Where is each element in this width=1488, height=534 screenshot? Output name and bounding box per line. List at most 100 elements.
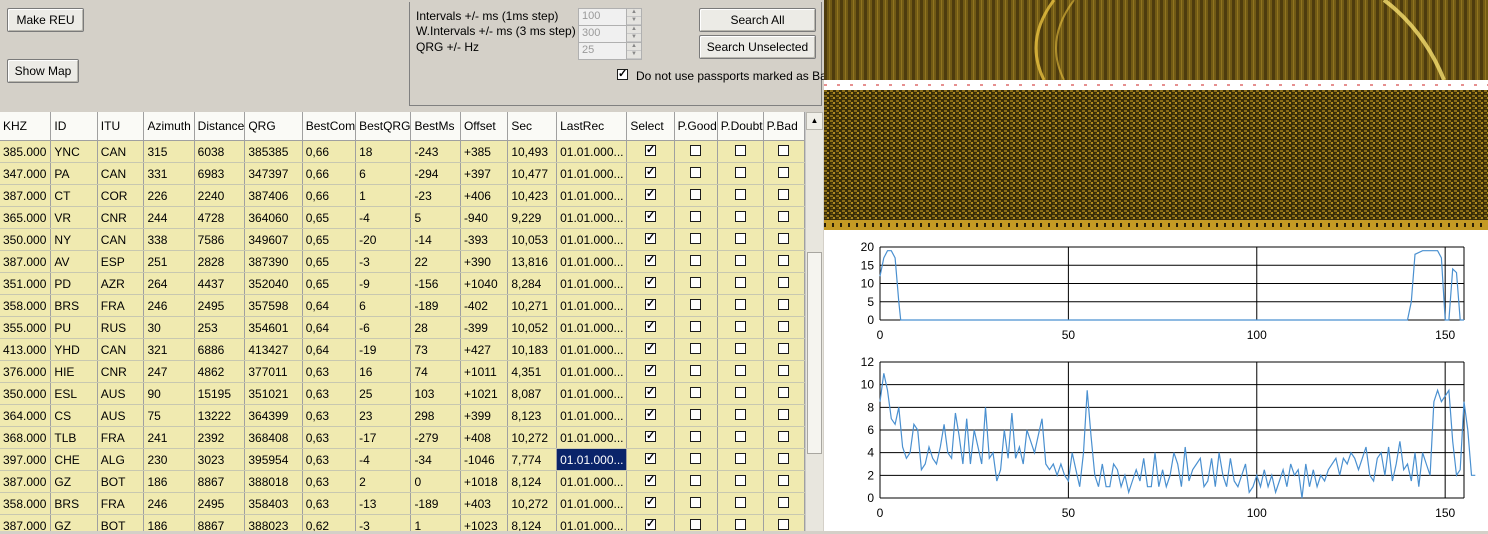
cell-off[interactable]: -940 (460, 206, 509, 229)
intervals-spinner[interactable]: ▲ ▼ (626, 9, 641, 25)
select-checkbox[interactable] (644, 451, 656, 464)
p-good-checkbox[interactable] (690, 210, 702, 222)
p-doubt-checkbox[interactable] (734, 166, 746, 178)
column-header-bestqrg[interactable]: BestQRG (355, 112, 412, 141)
select-checkbox[interactable] (644, 209, 656, 222)
column-header-lastrec[interactable]: LastRec (556, 112, 628, 141)
w-intervals-spinner[interactable]: ▲ ▼ (626, 26, 641, 42)
cell-checkbox[interactable] (763, 184, 805, 207)
cell-checkbox[interactable] (717, 360, 764, 383)
cell-bc[interactable]: 0,66 (302, 162, 357, 185)
cell-khz[interactable]: 376.000 (0, 360, 52, 383)
cell-bm[interactable]: 28 (410, 316, 461, 339)
cell-itu[interactable]: BOT (97, 514, 145, 531)
cell-checkbox[interactable] (717, 492, 764, 515)
cell-dist[interactable]: 253 (194, 316, 246, 339)
cell-bq[interactable]: -3 (355, 250, 412, 273)
p-good-checkbox[interactable] (690, 320, 702, 332)
table-row[interactable]: 355.000 PU RUS 30 253 354601 0,64 -6 28 -399 10,05… (0, 316, 805, 339)
cell-sec[interactable]: 10,493 (507, 140, 558, 163)
column-header-offset[interactable]: Offset (460, 112, 509, 141)
cell-checkbox[interactable] (717, 426, 764, 449)
p-bad-checkbox[interactable] (778, 232, 790, 244)
cell-dist[interactable]: 4437 (194, 272, 246, 295)
cell-bm[interactable]: -23 (410, 184, 461, 207)
w-intervals-input[interactable]: 300 ▲ ▼ (578, 25, 642, 43)
cell-qrg[interactable]: 354601 (244, 316, 303, 339)
column-header-qrg[interactable]: QRG (244, 112, 303, 141)
qrg-input[interactable]: 25 ▲ ▼ (578, 42, 642, 60)
cell-dist[interactable]: 8867 (194, 470, 246, 493)
table-row[interactable]: 364.000 CS AUS 75 13222 364399 0,63 23 298 +399 8,… (0, 404, 805, 427)
cell-qrg[interactable]: 351021 (244, 382, 303, 405)
cell-off[interactable]: +403 (460, 492, 509, 515)
cell-itu[interactable]: BOT (97, 470, 145, 493)
cell-bq[interactable]: -3 (355, 514, 412, 531)
cell-id[interactable]: YNC (50, 140, 98, 163)
cell-sec[interactable]: 13,816 (507, 250, 558, 273)
cell-khz[interactable]: 387.000 (0, 470, 52, 493)
cell-id[interactable]: AV (50, 250, 98, 273)
p-doubt-checkbox[interactable] (734, 408, 746, 420)
cell-checkbox[interactable] (717, 404, 764, 427)
cell-bq[interactable]: 23 (355, 404, 412, 427)
cell-az[interactable]: 251 (143, 250, 195, 273)
cell-checkbox[interactable] (763, 470, 805, 493)
p-good-checkbox[interactable] (690, 474, 702, 486)
cell-khz[interactable]: 358.000 (0, 294, 52, 317)
cell-off[interactable]: +397 (460, 162, 509, 185)
cell-sec[interactable]: 8,124 (507, 514, 558, 531)
cell-sec[interactable]: 10,183 (507, 338, 558, 361)
table-row[interactable]: 387.000 GZ BOT 186 8867 388023 0,62 -3 1 +1023 8,1… (0, 514, 805, 531)
p-good-checkbox[interactable] (690, 364, 702, 376)
cell-checkbox[interactable] (626, 294, 675, 317)
cell-az[interactable]: 338 (143, 228, 195, 251)
scroll-thumb[interactable] (807, 252, 822, 454)
cell-khz[interactable]: 351.000 (0, 272, 52, 295)
cell-id[interactable]: PA (50, 162, 98, 185)
cell-bc[interactable]: 0,63 (302, 470, 357, 493)
cell-qrg[interactable]: 349607 (244, 228, 303, 251)
select-checkbox[interactable] (644, 253, 656, 266)
column-header-itu[interactable]: ITU (97, 112, 145, 141)
cell-checkbox[interactable] (626, 162, 675, 185)
cell-bq[interactable]: -6 (355, 316, 412, 339)
cell-off[interactable]: -1046 (460, 448, 509, 471)
cell-off[interactable]: +1023 (460, 514, 509, 531)
cell-itu[interactable]: FRA (97, 426, 145, 449)
cell-checkbox[interactable] (674, 514, 718, 531)
cell-checkbox[interactable] (674, 470, 718, 493)
p-doubt-checkbox[interactable] (734, 430, 746, 442)
p-bad-checkbox[interactable] (778, 474, 790, 486)
cell-bq[interactable]: -19 (355, 338, 412, 361)
cell-az[interactable]: 246 (143, 294, 195, 317)
cell-bc[interactable]: 0,63 (302, 360, 357, 383)
cell-bc[interactable]: 0,63 (302, 448, 357, 471)
cell-az[interactable]: 321 (143, 338, 195, 361)
cell-qrg[interactable]: 388023 (244, 514, 303, 531)
table-row[interactable]: 387.000 AV ESP 251 2828 387390 0,65 -3 22 +390 13,… (0, 250, 805, 273)
p-bad-checkbox[interactable] (778, 276, 790, 288)
cell-last[interactable]: 01.01.000... (556, 272, 628, 295)
p-bad-checkbox[interactable] (778, 144, 790, 156)
cell-checkbox[interactable] (674, 206, 718, 229)
cell-last[interactable]: 01.01.000... (556, 492, 628, 515)
cell-last[interactable]: 01.01.000... (556, 162, 628, 185)
cell-az[interactable]: 264 (143, 272, 195, 295)
cell-sec[interactable]: 8,087 (507, 382, 558, 405)
cell-checkbox[interactable] (717, 162, 764, 185)
cell-bc[interactable]: 0,62 (302, 514, 357, 531)
p-doubt-checkbox[interactable] (734, 386, 746, 398)
column-header-bestcom[interactable]: BestCom (302, 112, 357, 141)
p-doubt-checkbox[interactable] (734, 144, 746, 156)
p-bad-checkbox[interactable] (778, 386, 790, 398)
p-bad-checkbox[interactable] (778, 430, 790, 442)
table-row[interactable]: 350.000 ESL AUS 90 15195 351021 0,63 25 103 +1021… (0, 382, 805, 405)
select-checkbox[interactable] (644, 363, 656, 376)
cell-checkbox[interactable] (674, 404, 718, 427)
cell-id[interactable]: NY (50, 228, 98, 251)
select-checkbox[interactable] (644, 275, 656, 288)
cell-bm[interactable]: -279 (410, 426, 461, 449)
cell-checkbox[interactable] (674, 250, 718, 273)
p-good-checkbox[interactable] (690, 188, 702, 200)
